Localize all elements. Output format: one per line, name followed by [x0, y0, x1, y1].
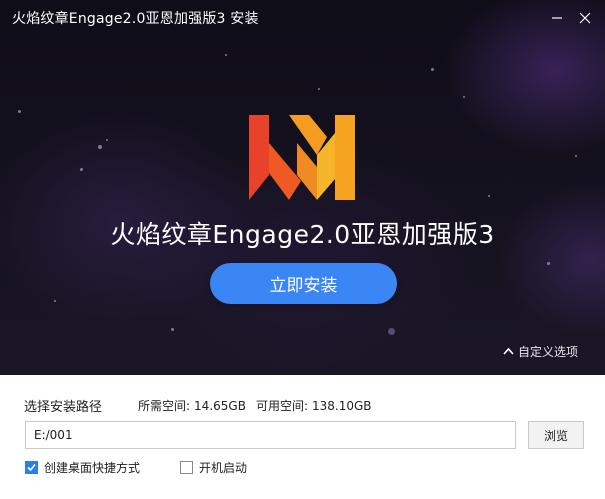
browse-button[interactable]: 浏览 — [528, 421, 584, 449]
title-bar: 火焰纹章Engage2.0亚恩加强版3 安装 — [0, 0, 605, 36]
install-now-button[interactable]: 立即安装 — [210, 263, 397, 304]
install-path-label: 选择安装路径 — [24, 400, 103, 415]
app-name-heading: 火焰纹章Engage2.0亚恩加强版3 — [110, 220, 495, 249]
space-info: 所需空间: 14.65GB 可用空间: 138.10GB — [138, 397, 376, 414]
required-space-label: 所需空间: — [138, 399, 191, 413]
required-space-value: 14.65GB — [194, 399, 246, 413]
checkbox-unchecked — [180, 461, 193, 474]
hero-panel: 火焰纹章Engage2.0亚恩加强版3 安装 火焰纹章Engage2.0亚恩加强… — [0, 0, 605, 375]
install-path-input[interactable] — [25, 421, 516, 449]
app-logo — [249, 115, 355, 200]
close-icon — [579, 9, 591, 28]
available-space-label: 可用空间: — [255, 399, 308, 413]
window-title: 火焰纹章Engage2.0亚恩加强版3 安装 — [12, 11, 259, 27]
installer-window: 火焰纹章Engage2.0亚恩加强版3 安装 火焰纹章Engage2.0亚恩加强… — [0, 0, 605, 499]
minimize-icon — [551, 9, 563, 28]
close-button[interactable] — [572, 6, 598, 30]
minimize-button[interactable] — [544, 6, 570, 30]
options-panel: 选择安装路径 所需空间:14.65GB 可用空间:138.10GB 浏览 创建桌面… — [0, 375, 605, 499]
boot-start-checkbox[interactable]: 开机启动 — [180, 459, 247, 476]
desktop-shortcut-label: 创建桌面快捷方式 — [44, 461, 141, 475]
checkbox-checked — [25, 461, 38, 474]
custom-options-label: 自定义选项 — [518, 344, 579, 359]
checkmark-icon — [27, 463, 36, 472]
chevron-up-icon — [503, 344, 514, 358]
available-space-value: 138.10GB — [311, 399, 372, 413]
boot-start-label: 开机启动 — [199, 461, 248, 475]
desktop-shortcut-checkbox[interactable]: 创建桌面快捷方式 — [25, 459, 140, 476]
custom-options-toggle[interactable]: 自定义选项 — [503, 341, 578, 361]
